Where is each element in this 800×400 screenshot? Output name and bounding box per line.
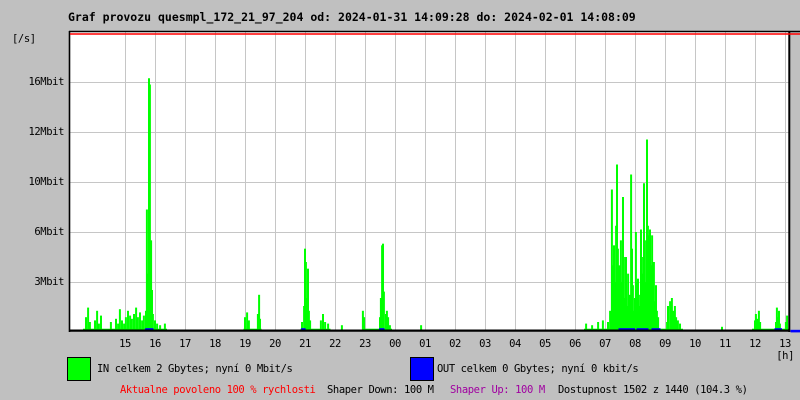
in-traffic-spike (142, 315, 145, 330)
x-tick-label: 01 (419, 338, 431, 350)
status-availability: Dostupnost 1502 z 1440 (104.3 %) (558, 384, 748, 396)
in-traffic-spike (244, 317, 246, 330)
x-tick-label: 15 (119, 338, 131, 350)
in-traffic-spike (672, 310, 675, 330)
in-traffic-spike (591, 325, 594, 330)
in-traffic-spike (159, 325, 162, 330)
in-traffic-spike (247, 320, 250, 330)
in-traffic-spike (139, 312, 141, 330)
in-traffic-spike (601, 320, 604, 330)
x-tick-label: 06 (569, 338, 581, 350)
y-tick-label: 12Mbit (28, 126, 64, 138)
x-tick-label: 00 (389, 338, 401, 350)
in-traffic-spike (156, 323, 159, 330)
in-traffic-spike (118, 309, 121, 330)
in-traffic-spike (309, 320, 312, 330)
x-tick-label: 17 (179, 338, 191, 350)
in-traffic-spike (597, 322, 600, 330)
in-traffic-spike (609, 310, 612, 330)
traffic-graph-page: { "title": "Graf provozu quesmpl_172_21_… (0, 0, 800, 400)
status-shaper-down: Shaper Down: 100 M (327, 384, 434, 396)
x-tick-label: 05 (539, 338, 551, 350)
in-traffic-spike (387, 317, 390, 330)
in-traffic-spike (123, 323, 126, 330)
x-axis-unit-label: [h] (776, 350, 794, 362)
legend-in-swatch (67, 357, 91, 381)
in-traffic-spike (130, 318, 133, 330)
in-traffic-spike (154, 320, 156, 330)
x-tick-label: 11 (719, 338, 731, 350)
x-tick-label: 02 (449, 338, 461, 350)
in-traffic-spike (319, 320, 322, 330)
in-traffic-spike (756, 318, 759, 330)
legend-out-swatch (410, 357, 434, 381)
in-traffic-spike (129, 315, 132, 330)
out-edge-marker (790, 329, 800, 333)
x-tick-label: 10 (689, 338, 701, 350)
x-tick-label: 13 (779, 338, 791, 350)
in-traffic-spike (667, 306, 669, 330)
in-traffic-spike (786, 315, 789, 330)
x-tick-label: 22 (329, 338, 341, 350)
x-tick-label: 19 (239, 338, 251, 350)
x-tick-label: 12 (749, 338, 761, 350)
in-traffic-spike (100, 315, 102, 330)
in-traffic-spike (679, 323, 681, 330)
x-tick-label: 23 (359, 338, 371, 350)
in-traffic-spike (322, 314, 324, 330)
in-traffic-spike (94, 320, 96, 330)
y-tick-label: 6Mbit (34, 226, 64, 238)
in-traffic-spike (127, 310, 129, 330)
in-traffic-spike (340, 325, 343, 330)
in-traffic-spike (363, 317, 366, 330)
x-tick-label: 20 (269, 338, 281, 350)
x-tick-label: 08 (629, 338, 641, 350)
in-traffic-spike (388, 325, 391, 330)
in-traffic-spike (327, 323, 330, 330)
in-traffic-spike (96, 310, 99, 330)
y-tick-label: 3Mbit (34, 276, 64, 288)
legend-out-label: OUT celkem 0 Gbytes; nyní 0 kbit/s (437, 363, 639, 375)
x-tick-label: 16 (149, 338, 161, 350)
y-tick-label: 16Mbit (28, 76, 64, 88)
in-traffic-spike (585, 323, 588, 330)
in-traffic-spike (151, 314, 154, 330)
in-traffic-spike (324, 322, 327, 330)
in-traffic-spike (117, 323, 120, 330)
y-tick-label: 10Mbit (28, 176, 64, 188)
in-traffic-spike (676, 320, 679, 330)
in-traffic-spike (141, 320, 144, 330)
in-traffic-spike (675, 317, 678, 330)
in-traffic-spike (133, 314, 135, 330)
in-traffic-spike (97, 323, 100, 330)
x-tick-label: 07 (599, 338, 611, 350)
in-traffic-spike (382, 291, 385, 330)
x-tick-label: 09 (659, 338, 671, 350)
in-traffic-spike (246, 312, 249, 330)
x-tick-label: 04 (509, 338, 521, 350)
in-traffic-spike (88, 322, 91, 330)
in-traffic-spike (607, 322, 609, 330)
status-shaper-up: Shaper Up: 100 M (450, 384, 545, 396)
in-traffic-spike (87, 307, 90, 330)
x-tick-label: 18 (209, 338, 221, 350)
x-tick-label: 21 (299, 338, 311, 350)
legend-in-label: IN celkem 2 Gbytes; nyní 0 Mbit/s (97, 363, 293, 375)
status-allowed-speed: Aktualne povoleno 100 % rychlosti (120, 384, 316, 396)
in-traffic-spike (259, 318, 261, 330)
in-traffic-spike (115, 318, 117, 330)
in-traffic-spike (420, 325, 423, 330)
x-tick-label: 03 (479, 338, 491, 350)
in-traffic-spike (124, 317, 127, 330)
in-traffic-spike (136, 317, 139, 330)
in-traffic-spike (109, 322, 112, 330)
plot-background (70, 31, 790, 331)
in-traffic-spike (657, 317, 660, 330)
in-traffic-spike (759, 322, 762, 330)
in-traffic-spike (121, 320, 123, 330)
in-traffic-spike (163, 323, 166, 330)
in-traffic-spike (135, 307, 138, 330)
in-traffic-spike (85, 317, 87, 330)
